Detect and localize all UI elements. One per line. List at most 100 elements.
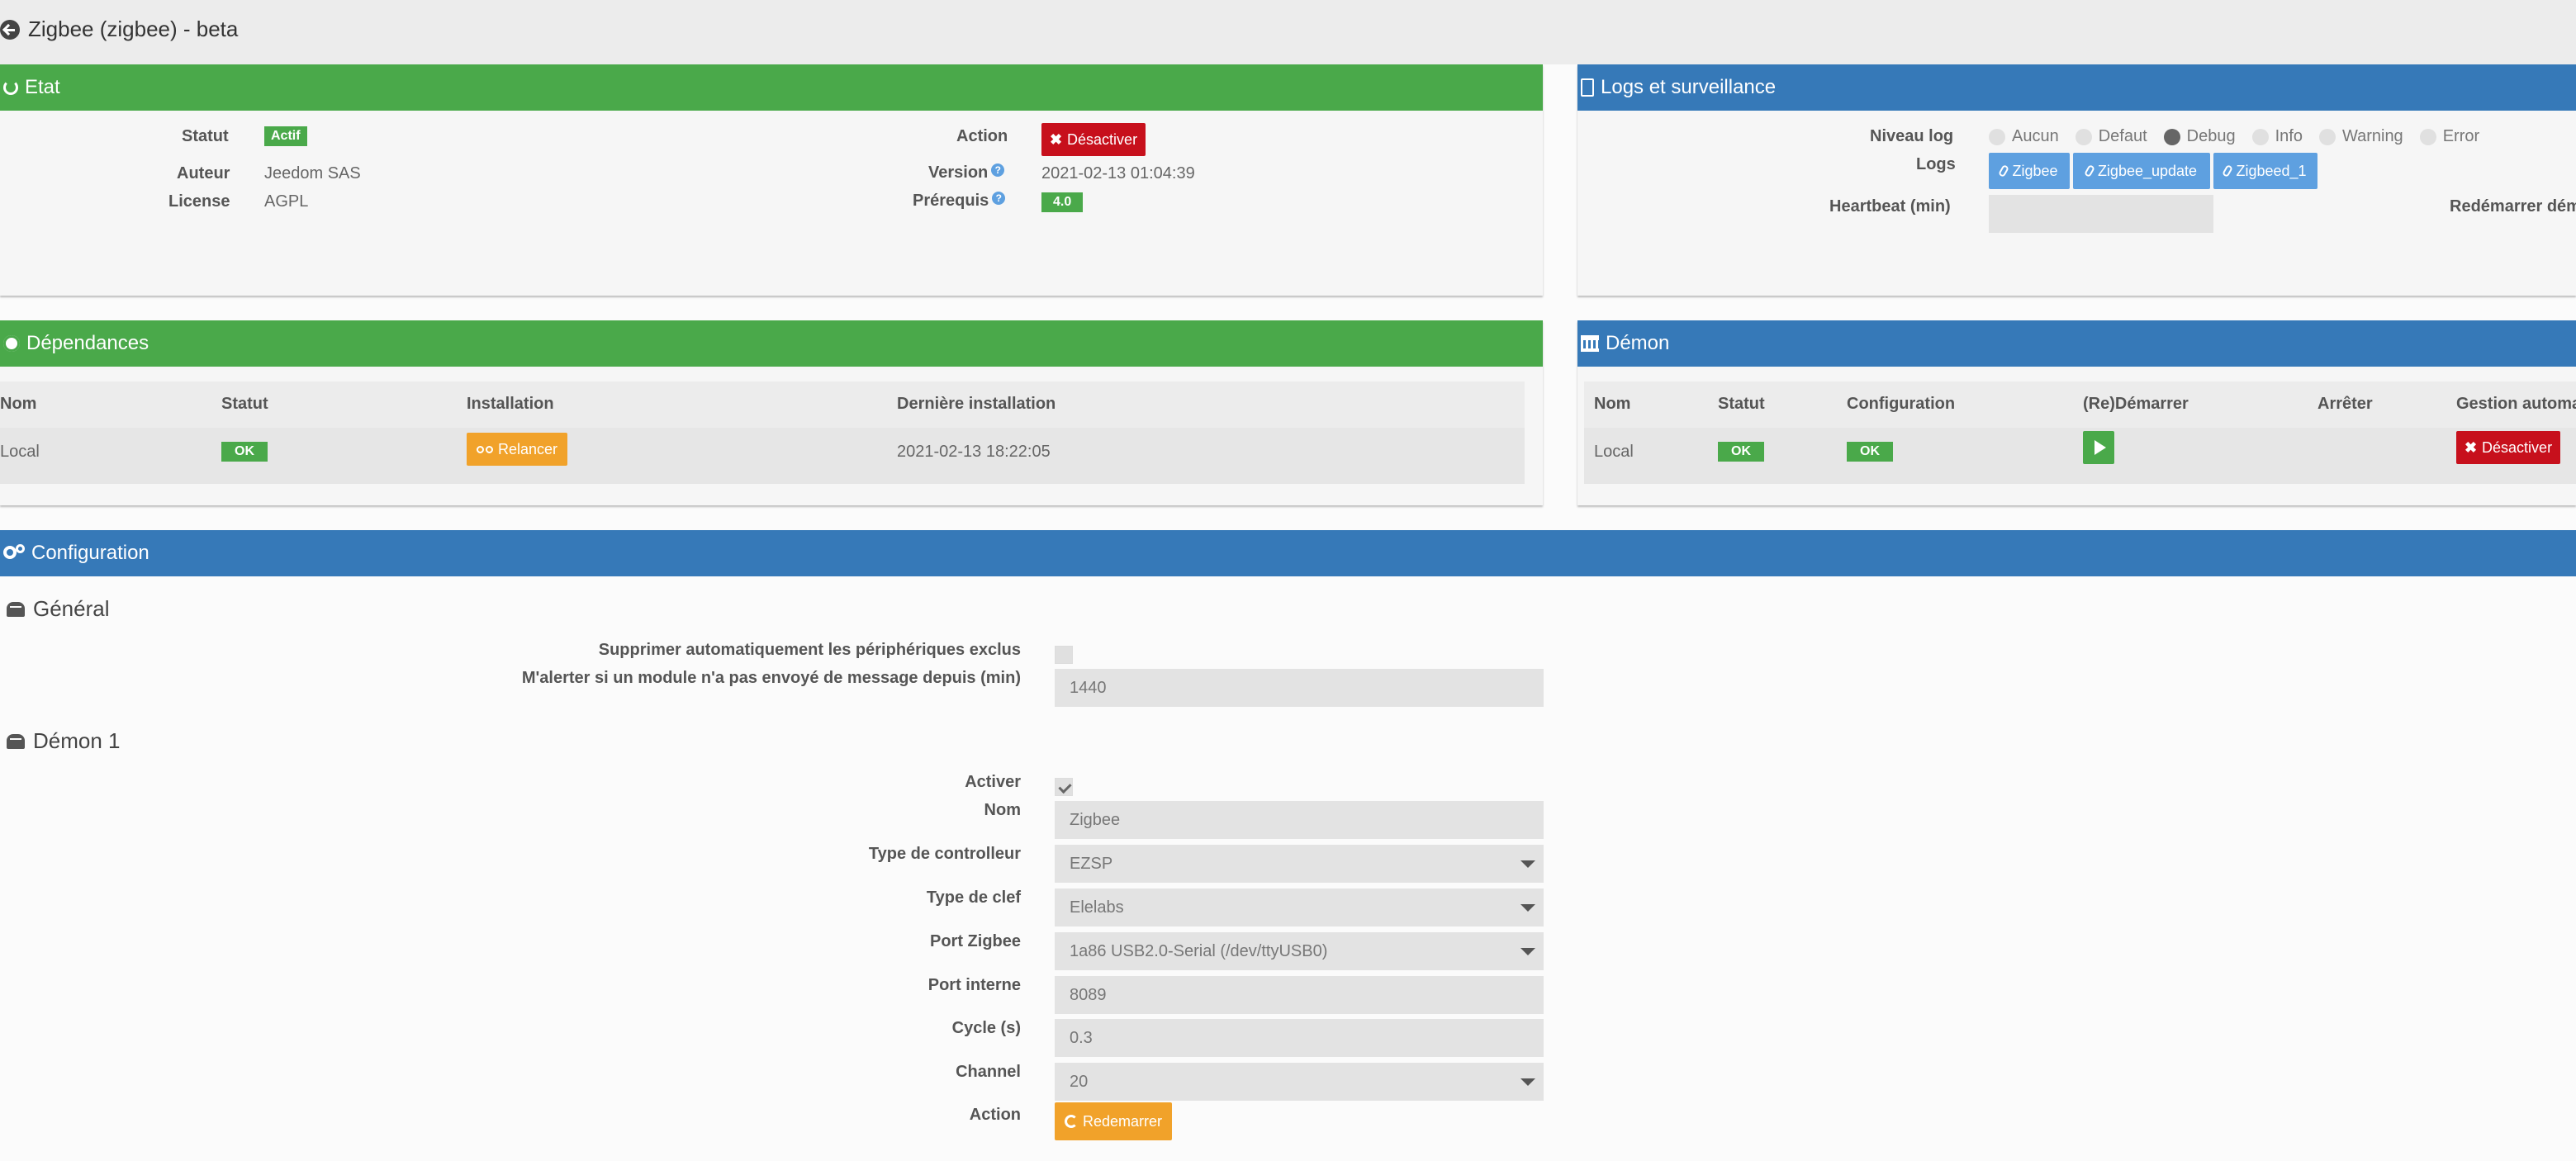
demon-header: Démon [1577,320,2576,367]
play-icon [2094,440,2106,455]
channel-select[interactable]: 20 [1055,1063,1544,1101]
close-icon: ✖ [2464,438,2478,456]
version-label: Version? [928,163,1005,182]
top-bar [0,0,2576,64]
chevron-down-icon [1520,904,1535,912]
col-derniere-installation: Dernière installation [897,395,1056,413]
university-icon [1581,335,1599,352]
paperclip-icon [2083,163,2095,178]
chevron-down-icon [1520,948,1535,955]
paperclip-icon [1998,163,2010,178]
close-icon: ✖ [1049,130,1063,148]
type-clef-label: Type de clef [926,889,1021,907]
configuration-heading: Configuration [31,542,149,564]
log-button-zigbee-update[interactable]: Zigbee_update [2073,153,2210,189]
logs-header: Logs et surveillance [1577,64,2576,111]
redemarrer-label: Redémarrer dém [2450,197,2576,216]
radio-debug[interactable]: Debug [2163,127,2236,146]
logs-label: Logs [1916,155,1956,173]
dependances-header: Dépendances [0,320,1543,367]
demon-table: Nom Statut Configuration (Re)Démarrer Ar… [1584,381,2576,484]
dependances-table: Nom Statut Installation Dernière install… [0,381,1525,484]
col-statut: Statut [221,395,268,413]
general-section-title: Général [7,596,110,622]
log-level-radios: Aucun Defaut Debug Info Warning Error [1989,127,2479,146]
demarrer-button[interactable] [2083,431,2114,464]
bicycle-icon [476,444,493,454]
chevron-down-icon [1520,860,1535,868]
prerequis-label: Prérequis? [913,192,1006,211]
etat-heading: Etat [25,76,60,98]
radio-info[interactable]: Info [2251,127,2303,146]
type-clef-select[interactable]: Elelabs [1055,889,1544,926]
dep-nom: Local [0,443,40,461]
radio-error[interactable]: Error [2419,127,2479,146]
dep-derniere: 2021-02-13 18:22:05 [897,443,1051,461]
cycle-label: Cycle (s) [951,1019,1021,1037]
configuration-panel: Configuration Général Supprimer automati… [0,530,2576,1161]
radio-warning[interactable]: Warning [2318,127,2403,146]
cycle-input[interactable]: 0.3 [1055,1019,1544,1057]
gestion-desactiver-button[interactable]: ✖ Désactiver [2456,431,2560,464]
channel-label: Channel [956,1063,1021,1081]
cogs-icon [3,544,25,562]
alerter-input[interactable]: 1440 [1055,669,1544,707]
back-arrow-icon[interactable] [0,19,20,40]
demon-nom: Local [1594,443,1634,461]
etat-panel: Etat Statut Actif Auteur Jeedom SAS Lice… [0,64,1543,296]
certificate-icon [3,335,20,352]
col-nom: Nom [0,395,37,413]
demon-panel: Démon Nom Statut Configuration (Re)Démar… [1577,320,2576,505]
license-label: License [168,192,230,211]
type-controleur-select[interactable]: EZSP [1055,845,1544,883]
refresh-icon [1064,1115,1078,1128]
col-configuration: Configuration [1847,395,1956,413]
question-circle-icon[interactable]: ? [991,163,1005,177]
demon-statut-badge: OK [1718,442,1764,462]
heartbeat-label: Heartbeat (min) [1829,197,1951,216]
page-title: Zigbee (zigbee) - beta [0,17,238,42]
heartbeat-input[interactable] [1989,195,2213,233]
configuration-header: Configuration [0,530,2576,576]
chevron-down-icon [1520,1078,1535,1086]
activer-label: Activer [965,773,1021,791]
dep-statut-badge: OK [221,442,268,462]
dependances-heading: Dépendances [26,332,149,354]
radio-defaut[interactable]: Defaut [2075,127,2147,146]
col-gestion-auto: Gestion automat [2456,395,2576,413]
relancer-button[interactable]: Relancer [467,433,567,466]
page-title-text: Zigbee (zigbee) - beta [28,17,239,41]
logs-panel: Logs et surveillance Niveau log Aucun De… [1577,64,2576,296]
general-icon [7,601,25,617]
col-installation: Installation [467,395,554,413]
circle-notch-icon [3,80,18,95]
demon1-icon [7,733,25,749]
log-button-zigbee[interactable]: Zigbee [1989,153,2070,189]
nom-input[interactable]: Zigbee [1055,801,1544,839]
supprimer-checkbox[interactable] [1055,646,1073,664]
port-interne-label: Port interne [927,976,1021,994]
license-value: AGPL [264,192,309,211]
niveau-log-label: Niveau log [1870,127,1954,145]
logs-heading: Logs et surveillance [1601,76,1777,98]
etat-header: Etat [0,64,1543,111]
question-circle-icon[interactable]: ? [992,192,1006,205]
type-controleur-label: Type de controlleur [868,845,1021,863]
table-row: Local OK Relancer 2021-02-13 18:22:05 [0,428,1525,484]
action-label: Action [956,127,1008,145]
port-zigbee-select[interactable]: 1a86 USB2.0-Serial (/dev/ttyUSB0) [1055,932,1544,970]
log-button-zigbeed-1[interactable]: Zigbeed_1 [2213,153,2317,189]
demon1-section-title: Démon 1 [7,728,121,754]
dependances-panel: Dépendances Nom Statut Installation Dern… [0,320,1543,505]
activer-checkbox[interactable] [1055,778,1073,796]
port-interne-input[interactable]: 8089 [1055,976,1544,1014]
radio-aucun[interactable]: Aucun [1989,127,2059,146]
redemarrer-button[interactable]: Redemarrer [1055,1102,1172,1140]
paperclip-icon [2222,163,2234,178]
col-redemarrer: (Re)Démarrer [2083,395,2189,413]
demon-heading: Démon [1606,332,1670,354]
port-zigbee-label: Port Zigbee [929,932,1021,950]
desactiver-button[interactable]: ✖ Désactiver [1041,123,1146,156]
demon-config-badge: OK [1847,442,1893,462]
auteur-label: Auteur [177,164,230,182]
